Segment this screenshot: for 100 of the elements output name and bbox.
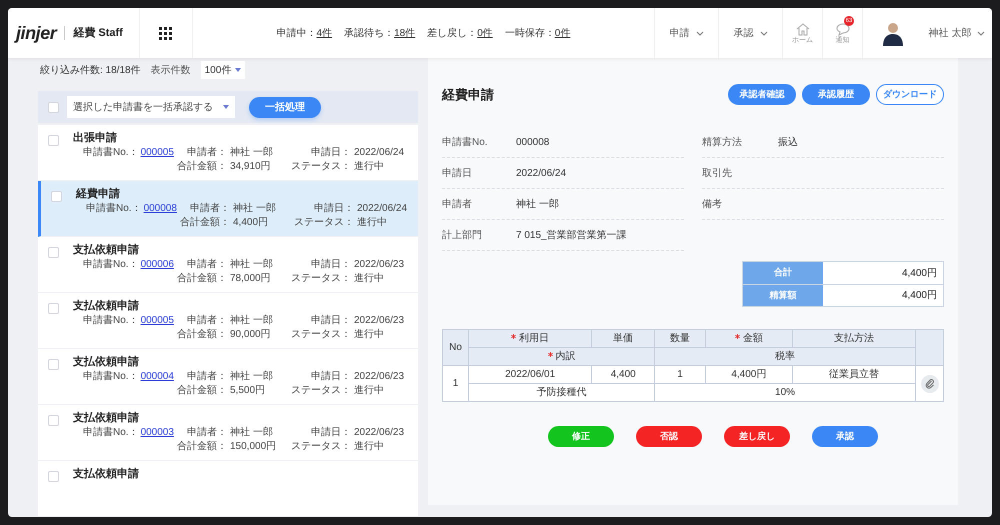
checkbox[interactable] (48, 102, 59, 112)
application-number-link[interactable]: 000008 (144, 202, 177, 216)
logo[interactable]: jinjer (16, 20, 56, 46)
home-icon (796, 22, 810, 36)
field-value: 000008 (516, 136, 550, 150)
field-label: 合計金額： (179, 216, 230, 230)
required-icon (734, 334, 740, 339)
bulk-action-select[interactable]: 選択した申請書を一括承認する (67, 96, 235, 118)
action-button[interactable]: 否認 (636, 426, 702, 447)
speech-bubble-icon (836, 22, 850, 36)
field-value: 進行中 (353, 272, 385, 286)
field-label: 合計金額： (176, 272, 227, 286)
caret-icon (223, 105, 229, 109)
count-link[interactable]: 4件 (316, 26, 332, 40)
caret-icon (235, 68, 242, 72)
field-value: 神社 一郎 (232, 202, 277, 216)
field-value: 進行中 (353, 160, 385, 174)
application-number-link[interactable]: 000004 (140, 370, 174, 384)
field-label: ステータス： (290, 328, 351, 342)
application-title: 出張申請 (73, 131, 118, 145)
checkbox[interactable] (48, 247, 59, 258)
checkbox[interactable] (48, 303, 59, 314)
field-value: 神社 一郎 (229, 426, 274, 440)
application-number-link[interactable]: 000003 (140, 426, 174, 440)
table-header: No (442, 330, 468, 366)
application-title: 支払依頼申請 (73, 243, 140, 257)
field-label: 申請日： (310, 426, 351, 440)
attachment-button[interactable] (920, 374, 938, 392)
total-value: 4,400円 (823, 262, 943, 284)
required-icon (511, 334, 516, 339)
field-label: 合計金額： (176, 440, 227, 454)
required-icon (548, 352, 553, 357)
count-label: 承認待ち： (344, 26, 394, 40)
field-label: ステータス： (290, 272, 351, 286)
header-button[interactable]: 承認者確認 (728, 84, 796, 105)
field-label: ステータス： (290, 160, 351, 174)
field-label: 申請者： (189, 202, 230, 216)
field-value: 神社 一郎 (229, 314, 274, 328)
avatar[interactable] (880, 20, 904, 46)
field-value: 5,500円 (229, 384, 266, 398)
field-label: 精算方法 (702, 136, 743, 150)
total-label: 合計 (743, 262, 823, 284)
total-value: 4,400円 (823, 285, 943, 306)
action-button[interactable]: 差し戻し (724, 426, 790, 447)
field-label: 申請者： (186, 146, 227, 160)
field-value: 7 015_営業部営業第一課 (516, 228, 627, 242)
field-value: 神社 一郎 (516, 198, 559, 212)
header-button[interactable]: ダウンロード (876, 84, 944, 105)
count-label: 差し戻し： (427, 26, 478, 40)
field-label: 申請書No.： (83, 370, 139, 384)
app-name: 経費 Staff (73, 26, 123, 41)
count-link[interactable]: 18件 (394, 26, 416, 40)
per-page-label: 表示件数 (150, 64, 191, 78)
field-label: 備考 (702, 198, 723, 212)
field-value: 2022/06/23 (353, 314, 406, 328)
application-number-link[interactable]: 000005 (140, 314, 174, 328)
field-label: 申請日： (310, 370, 351, 384)
field-value: 神社 一郎 (229, 370, 274, 384)
per-page-select[interactable]: 100件 (200, 61, 246, 79)
field-value: 78,000円 (229, 272, 272, 286)
field-label: 申請日： (313, 202, 354, 216)
field-label: 申請書No.： (83, 146, 139, 160)
header-button[interactable]: 承認履歴 (802, 84, 870, 105)
field-label: 申請日： (310, 314, 351, 328)
application-number-link[interactable]: 000005 (140, 146, 174, 160)
field-value: 進行中 (353, 328, 385, 342)
field-value: 2022/06/24 (353, 146, 406, 160)
bulk-process-button[interactable]: 一括処理 (249, 96, 321, 118)
user-menu[interactable]: 神社 太郎 (922, 8, 992, 58)
application-number-link[interactable]: 000006 (140, 258, 174, 272)
checkbox[interactable] (48, 135, 59, 146)
field-label: 申請日： (310, 258, 351, 272)
application-title: 支払依頼申請 (73, 467, 139, 481)
field-value: 90,000円 (229, 328, 272, 342)
field-value: 神社 一郎 (229, 258, 274, 272)
filter-count: 絞り込み件数: 18/18件 (40, 64, 141, 78)
field-value: 進行中 (353, 440, 385, 454)
action-button[interactable]: 承認 (812, 426, 878, 447)
checkbox[interactable] (51, 191, 62, 202)
app-grid-icon[interactable] (159, 26, 172, 40)
checkbox[interactable] (48, 471, 59, 482)
table-header: 支払方法 (792, 330, 916, 348)
field-value: 34,910円 (229, 160, 272, 174)
field-value: 150,000円 (229, 440, 278, 454)
field-label: 合計金額： (176, 384, 227, 398)
count-link[interactable]: 0件 (554, 26, 570, 40)
field-label: ステータス： (293, 216, 354, 230)
field-label: 申請書No. (442, 136, 489, 150)
field-value: 2022/06/23 (353, 258, 406, 272)
paperclip-icon (924, 378, 934, 388)
field-label: 取引先 (702, 166, 733, 180)
checkbox[interactable] (48, 415, 59, 426)
checkbox[interactable] (48, 359, 59, 370)
field-label: ステータス： (290, 384, 351, 398)
field-label: 申請者： (186, 258, 227, 272)
count-link[interactable]: 0件 (477, 26, 493, 40)
field-value: 4,400円 (232, 216, 270, 230)
field-label: 申請書No.： (83, 314, 139, 328)
table-cell: 予防接種代 (468, 384, 655, 402)
application-card[interactable]: 経費申請 申請書No.： 000008 申請者： 神社 一郎 申請日： 2022/06/24 合計金額： 4,400円 ステータス： 進行中 (38, 181, 418, 237)
